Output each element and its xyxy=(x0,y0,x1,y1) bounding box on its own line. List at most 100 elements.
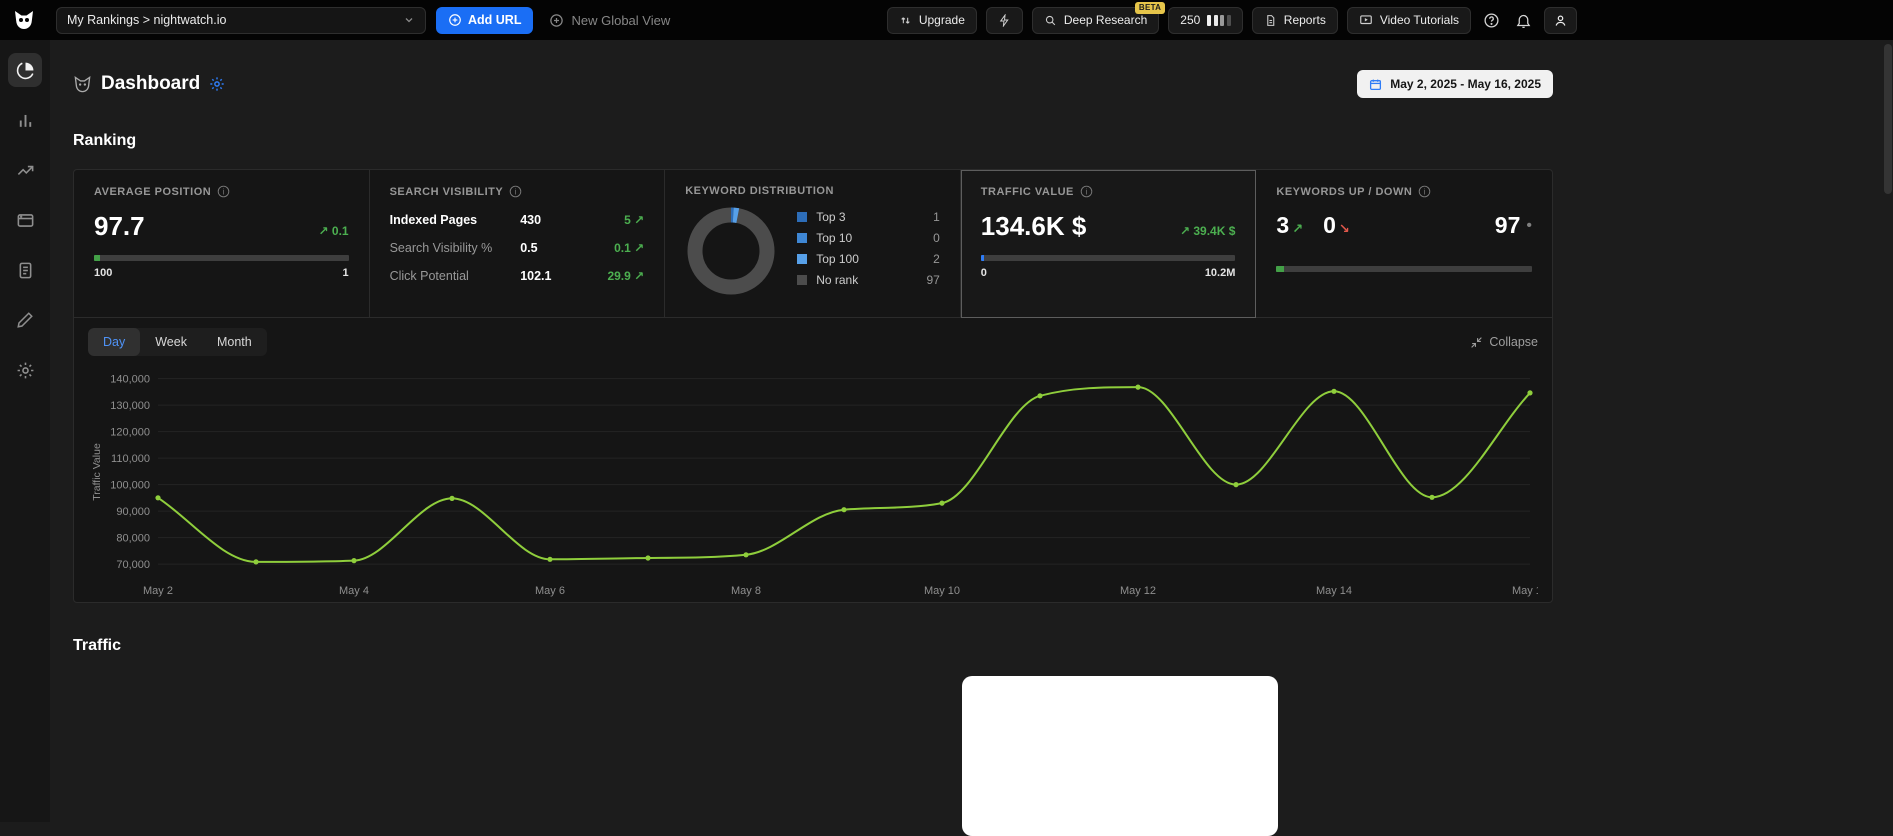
metric-row-change: 5 ↗ xyxy=(624,213,645,227)
project-selector[interactable]: My Rankings > nightwatch.io xyxy=(56,6,426,34)
sidebar-item-trends[interactable] xyxy=(8,153,42,187)
legend-label: Top 10 xyxy=(816,231,853,245)
legend-row: Top 10 0 xyxy=(797,231,940,245)
tab-day[interactable]: Day xyxy=(88,328,141,356)
svg-text:90,000: 90,000 xyxy=(116,506,150,518)
sidebar-item-dashboard[interactable] xyxy=(8,53,42,87)
keywords-up-down-card[interactable]: KEYWORDS UP / DOWN i 3 ↗ 0 ↘ 97 • xyxy=(1256,170,1552,318)
metrics-row: AVERAGE POSITION i 97.7 ↗ 0.1 100 1 SEAR… xyxy=(74,170,1552,318)
trend-line-icon xyxy=(17,165,33,175)
keywords-unchanged-value: 97 xyxy=(1494,212,1521,238)
card-label: KEYWORD DISTRIBUTION xyxy=(685,185,834,197)
collapse-button[interactable]: Collapse xyxy=(1470,335,1538,349)
info-icon[interactable]: i xyxy=(509,185,522,198)
svg-text:May 6: May 6 xyxy=(535,585,565,597)
chart-section: Day Week Month Collapse 70,000 80,000 90,000… xyxy=(74,318,1552,602)
deep-research-button[interactable]: Deep Research BETA xyxy=(1031,1,1166,34)
info-icon[interactable]: i xyxy=(217,185,230,198)
bell-icon xyxy=(1516,14,1531,28)
plus-circle-icon xyxy=(449,14,461,26)
sort-arrows-icon xyxy=(899,14,912,27)
traffic-value-bar xyxy=(980,255,1236,261)
sidebar-item-reports[interactable] xyxy=(8,253,42,287)
upgrade-label: Upgrade xyxy=(918,13,965,27)
legend-label: Top 100 xyxy=(816,252,859,266)
average-position-card[interactable]: AVERAGE POSITION i 97.7 ↗ 0.1 100 1 xyxy=(74,170,370,318)
account-button[interactable] xyxy=(1544,6,1577,34)
help-button[interactable] xyxy=(1480,12,1503,29)
svg-text:i: i xyxy=(515,187,517,196)
chart-toolbar: Day Week Month Collapse xyxy=(88,328,1538,356)
help-icon xyxy=(1484,12,1499,28)
card-label: TRAFFIC VALUE xyxy=(980,185,1074,198)
average-position-bar-fill xyxy=(94,255,101,261)
upgrade-button[interactable]: Upgrade xyxy=(886,6,977,34)
legend-value: 1 xyxy=(933,210,940,224)
metric-row-value: 102.1 xyxy=(520,269,552,283)
credit-bar xyxy=(1207,14,1212,26)
up-arrow-icon: ↗ xyxy=(1292,221,1304,236)
info-icon[interactable]: i xyxy=(1080,185,1093,198)
credits-value: 250 xyxy=(1180,13,1201,27)
document-icon xyxy=(1264,14,1277,27)
svg-text:i: i xyxy=(1086,187,1088,196)
sidebar-item-rankings[interactable] xyxy=(8,103,42,137)
traffic-value-change: 39.4K $ xyxy=(1193,224,1236,238)
metric-row-change: 29.9 ↗ xyxy=(607,269,645,283)
gear-icon xyxy=(210,77,224,91)
date-range-picker[interactable]: May 2, 2025 - May 16, 2025 xyxy=(1357,70,1553,98)
sidebar-item-settings[interactable] xyxy=(8,353,42,387)
new-global-view-label: New Global View xyxy=(571,12,671,28)
svg-text:70,000: 70,000 xyxy=(116,559,150,571)
legend-label: Top 3 xyxy=(816,210,846,224)
beta-badge: BETA xyxy=(1134,1,1166,14)
up-arrow-icon: ↗ xyxy=(318,224,329,238)
metric-row-label: Click Potential xyxy=(389,269,469,283)
info-icon[interactable]: i xyxy=(1418,185,1431,198)
video-icon xyxy=(1359,13,1373,27)
svg-text:i: i xyxy=(1424,187,1426,196)
traffic-value-bar-fill xyxy=(980,255,985,261)
legend-value: 2 xyxy=(933,252,940,266)
metric-row-change: 0.1 ↗ xyxy=(614,241,645,255)
tab-week[interactable]: Week xyxy=(140,328,202,356)
sidebar xyxy=(0,40,50,822)
add-url-button[interactable]: Add URL xyxy=(436,6,534,34)
quick-actions-button[interactable] xyxy=(985,6,1023,34)
legend-row: No rank 97 xyxy=(797,273,940,287)
credits-bars xyxy=(1207,14,1231,26)
tab-month[interactable]: Month xyxy=(202,328,267,356)
new-global-view-button[interactable]: New Global View xyxy=(549,13,670,28)
search-icon xyxy=(1044,14,1057,27)
traffic-value-card[interactable]: TRAFFIC VALUE i 134.6K $ ↗ 39.4K $ 0 10.… xyxy=(960,170,1257,318)
credit-bar xyxy=(1226,14,1231,26)
search-visibility-card[interactable]: SEARCH VISIBILITY i Indexed Pages 430 5 ↗ S… xyxy=(369,170,666,318)
metric-row: Search Visibility % 0.5 0.1 ↗ xyxy=(390,234,645,262)
chart-range-tabs: Day Week Month xyxy=(88,328,267,356)
legend-value: 97 xyxy=(926,273,940,287)
down-arrow-icon: ↘ xyxy=(1338,221,1350,236)
scale-min: 100 xyxy=(94,267,113,279)
scale-min: 0 xyxy=(980,267,987,279)
metric-row-value: 0.5 xyxy=(520,241,538,255)
keyword-distribution-card[interactable]: KEYWORD DISTRIBUTION Top 3 1 Top 10 0 Top 10… xyxy=(665,170,961,318)
app-logo[interactable] xyxy=(0,0,48,40)
notifications-button[interactable] xyxy=(1512,12,1535,29)
gear-icon xyxy=(17,362,33,378)
deep-research-label: Deep Research xyxy=(1063,13,1148,27)
svg-text:May 10: May 10 xyxy=(924,585,960,597)
date-range-value: May 2, 2025 - May 16, 2025 xyxy=(1390,77,1541,91)
sidebar-item-notes[interactable] xyxy=(8,303,42,337)
traffic-section-title: Traffic xyxy=(73,637,122,654)
ranking-panel: AVERAGE POSITION i 97.7 ↗ 0.1 100 1 SEAR… xyxy=(73,169,1553,603)
reports-button[interactable]: Reports xyxy=(1251,6,1338,34)
legend-swatch xyxy=(797,275,808,285)
keywords-bar-fill xyxy=(1276,266,1285,272)
page-scrollbar[interactable] xyxy=(1884,44,1892,194)
video-tutorials-button[interactable]: Video Tutorials xyxy=(1346,6,1471,34)
dashboard-settings-button[interactable] xyxy=(209,76,225,92)
metric-row: Indexed Pages 430 5 ↗ xyxy=(390,206,645,234)
card-label: SEARCH VISIBILITY xyxy=(389,185,504,198)
sidebar-item-site-audit[interactable] xyxy=(8,203,42,237)
credits-indicator[interactable]: 250 xyxy=(1168,6,1243,34)
